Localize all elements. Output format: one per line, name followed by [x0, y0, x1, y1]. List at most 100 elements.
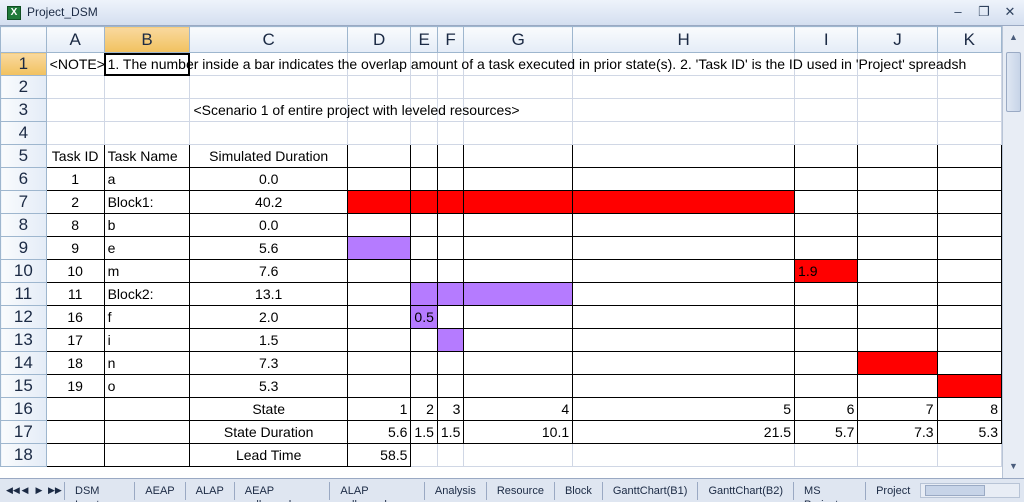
task-name-cell[interactable]: m	[103, 259, 191, 283]
gantt-cell[interactable]	[794, 190, 859, 214]
cell[interactable]	[857, 98, 938, 122]
gantt-cell[interactable]	[346, 328, 412, 352]
state-label[interactable]: State	[189, 397, 348, 421]
gantt-cell[interactable]	[857, 259, 938, 283]
gantt-cell[interactable]	[436, 236, 465, 260]
state-duration-value[interactable]: 5.3	[936, 420, 1002, 444]
gantt-bar-critical[interactable]	[572, 190, 796, 214]
gantt-cell[interactable]	[346, 213, 412, 237]
gantt-cell[interactable]	[794, 305, 859, 329]
sheet-tab-project[interactable]: Project	[865, 481, 920, 500]
worksheet[interactable]: A B C D E F G H I J K 1 <NOTE> 1. The nu…	[0, 26, 1002, 478]
header-simulated-duration[interactable]: Simulated Duration	[189, 144, 348, 168]
gantt-cell[interactable]	[436, 305, 465, 329]
cell[interactable]	[346, 121, 412, 145]
cell[interactable]	[436, 121, 465, 145]
gantt-cell[interactable]	[436, 213, 465, 237]
gantt-cell[interactable]	[436, 259, 465, 283]
restore-icon[interactable]: ❐	[976, 4, 992, 20]
cell[interactable]	[103, 397, 191, 421]
cell[interactable]	[857, 75, 938, 99]
gantt-cell[interactable]	[572, 167, 796, 191]
sheet-tab-analysis[interactable]: Analysis	[423, 481, 486, 500]
gantt-bar-noncritical[interactable]	[346, 236, 412, 260]
gantt-cell[interactable]	[410, 167, 438, 191]
gantt-bar-critical[interactable]	[410, 190, 438, 214]
cell[interactable]	[45, 420, 105, 444]
gantt-cell[interactable]	[463, 328, 574, 352]
task-id-cell[interactable]: 1	[45, 167, 105, 191]
cell[interactable]	[103, 420, 191, 444]
task-name-cell[interactable]: b	[103, 213, 191, 237]
gantt-cell[interactable]	[936, 305, 1002, 329]
gantt-cell[interactable]	[794, 236, 859, 260]
task-id-cell[interactable]: 17	[45, 328, 105, 352]
row-header-6[interactable]: 6	[0, 167, 47, 191]
task-id-cell[interactable]: 18	[45, 351, 105, 375]
task-name-cell[interactable]: a	[103, 167, 191, 191]
task-id-cell[interactable]: 9	[45, 236, 105, 260]
state-value[interactable]: 3	[436, 397, 465, 421]
minimize-icon[interactable]: –	[950, 4, 966, 20]
row-header-4[interactable]: 4	[0, 121, 47, 145]
header-task-id[interactable]: Task ID	[45, 144, 105, 168]
gantt-cell[interactable]	[794, 144, 859, 168]
scrollbar-thumb[interactable]	[1006, 52, 1021, 112]
cell[interactable]	[189, 121, 348, 145]
cell[interactable]	[857, 121, 938, 145]
select-all-corner[interactable]	[0, 26, 47, 53]
gantt-cell[interactable]	[572, 328, 796, 352]
cell[interactable]	[936, 75, 1002, 99]
state-value[interactable]: 4	[463, 397, 574, 421]
cell[interactable]	[463, 443, 574, 467]
column-header-g[interactable]: G	[463, 26, 574, 53]
gantt-cell[interactable]	[857, 305, 938, 329]
gantt-cell[interactable]	[463, 259, 574, 283]
row-header-8[interactable]: 8	[0, 213, 47, 237]
task-duration-cell[interactable]: 40.2	[189, 190, 348, 214]
gantt-bar-noncritical[interactable]	[463, 282, 574, 306]
row-header-13[interactable]: 13	[0, 328, 47, 352]
sheet-tab-ganttchart-b1[interactable]: GanttChart(B1)	[601, 481, 698, 500]
cell[interactable]	[936, 98, 1002, 122]
scroll-down-icon[interactable]: ▼	[1006, 459, 1021, 474]
cell[interactable]	[410, 121, 438, 145]
gantt-cell[interactable]	[857, 374, 938, 398]
sheet-tab-block[interactable]: Block	[553, 481, 602, 500]
cell[interactable]	[45, 443, 105, 467]
sheet-tab-ms-project[interactable]: MS Project	[793, 481, 865, 502]
state-duration-value[interactable]: 21.5	[572, 420, 796, 444]
gantt-cell[interactable]	[936, 167, 1002, 191]
prev-sheet-icon[interactable]: ◀	[20, 485, 30, 496]
state-value[interactable]: 1	[346, 397, 412, 421]
gantt-cell[interactable]	[463, 374, 574, 398]
cell[interactable]	[794, 98, 859, 122]
state-value[interactable]: 2	[410, 397, 438, 421]
gantt-bar-critical[interactable]: 1.9	[794, 259, 859, 283]
cell-a1[interactable]: <NOTE>	[45, 52, 105, 76]
cell[interactable]	[936, 443, 1002, 467]
gantt-cell[interactable]	[857, 282, 938, 306]
state-duration-value[interactable]: 10.1	[463, 420, 574, 444]
task-duration-cell[interactable]: 5.3	[189, 374, 348, 398]
cell[interactable]	[45, 75, 105, 99]
task-id-cell[interactable]: 19	[45, 374, 105, 398]
cell[interactable]	[572, 98, 796, 122]
row-header-12[interactable]: 12	[0, 305, 47, 329]
column-header-b[interactable]: B	[103, 26, 191, 53]
task-id-cell[interactable]: 11	[45, 282, 105, 306]
gantt-cell[interactable]	[936, 259, 1002, 283]
column-header-e[interactable]: E	[410, 26, 438, 53]
sheet-tab-resource[interactable]: Resource	[485, 481, 554, 500]
sheet-tab-alap-collapsed[interactable]: ALAP collapsed	[329, 481, 423, 502]
gantt-cell[interactable]	[346, 282, 412, 306]
column-header-f[interactable]: F	[436, 26, 465, 53]
cell[interactable]	[346, 75, 412, 99]
row-header-2[interactable]: 2	[0, 75, 47, 99]
horizontal-scrollbar[interactable]	[920, 483, 1020, 498]
gantt-cell[interactable]	[794, 167, 859, 191]
cell[interactable]	[857, 443, 938, 467]
gantt-cell[interactable]	[936, 190, 1002, 214]
gantt-cell[interactable]	[572, 259, 796, 283]
cell[interactable]	[103, 98, 191, 122]
